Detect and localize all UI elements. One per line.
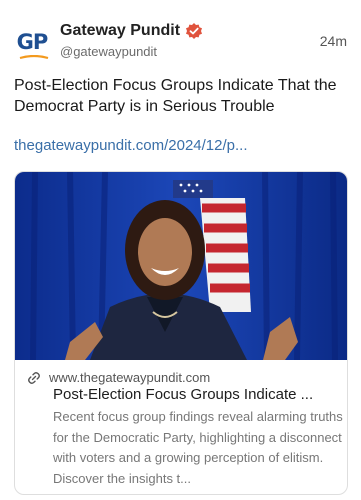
gateway-pundit-logo: GP bbox=[17, 30, 48, 60]
author-handle[interactable]: @gatewaypundit bbox=[60, 44, 157, 59]
post-timestamp[interactable]: 24m bbox=[320, 33, 347, 49]
card-domain-row: www.thegatewaypundit.com bbox=[27, 370, 210, 385]
link-preview-card[interactable]: www.thegatewaypundit.com Post-Election F… bbox=[14, 171, 348, 495]
card-domain: www.thegatewaypundit.com bbox=[49, 370, 211, 385]
logo-swoosh-icon bbox=[19, 55, 48, 60]
card-title[interactable]: Post-Election Focus Groups Indicate ... bbox=[53, 386, 341, 403]
post-link[interactable]: thegatewaypundit.com/2024/12/p... bbox=[14, 137, 248, 154]
post-text: Post-Election Focus Groups Indicate That… bbox=[14, 77, 337, 115]
link-icon bbox=[28, 371, 40, 384]
author-avatar[interactable]: GP bbox=[12, 22, 52, 62]
article-image bbox=[15, 172, 347, 360]
author-name-row[interactable]: Gateway Pundit bbox=[60, 22, 203, 40]
author-name[interactable]: Gateway Pundit bbox=[60, 22, 180, 40]
card-description: Recent focus group findings reveal alarm… bbox=[53, 409, 343, 486]
verified-badge-icon bbox=[186, 23, 203, 39]
